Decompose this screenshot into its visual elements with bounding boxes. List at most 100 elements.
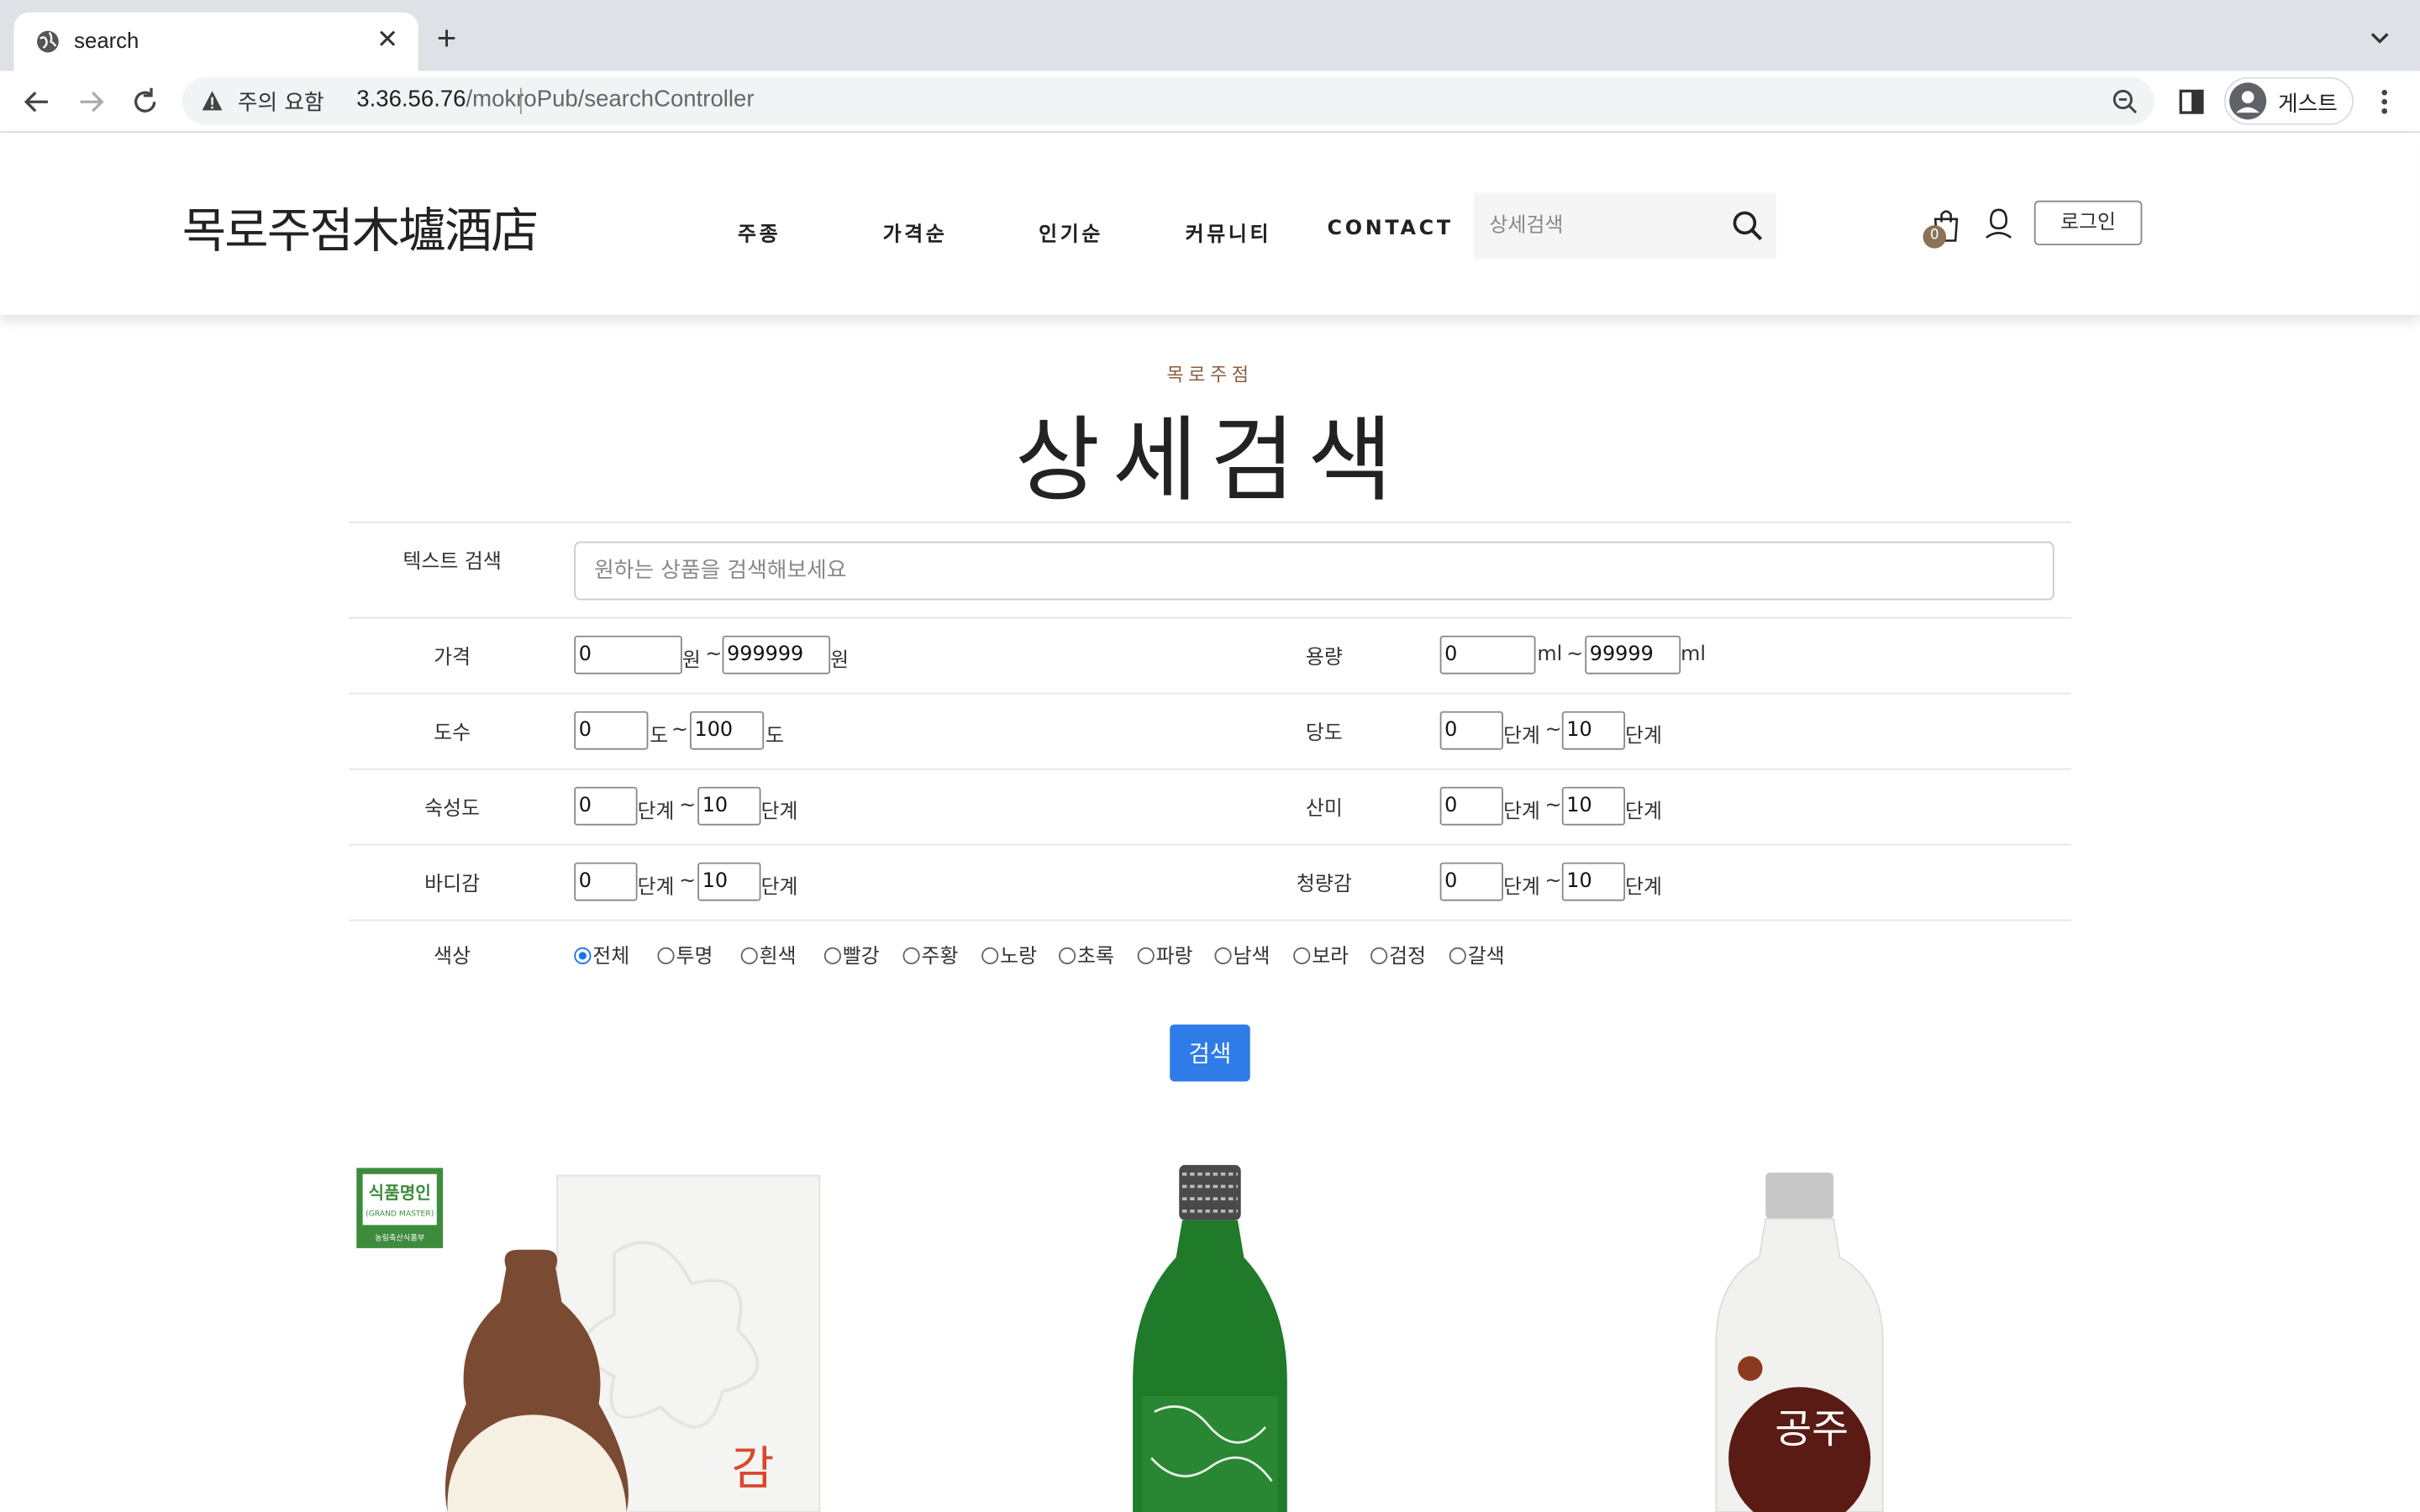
profile-button[interactable]: 게스트 <box>2223 76 2354 125</box>
radio-icon[interactable] <box>657 947 675 964</box>
color-row: 색상 전체 투명 흰색 빨강 주황 노랑 초록 파랑 남색 보라 검정 갈색 <box>349 919 2071 990</box>
reload-icon[interactable] <box>128 85 161 118</box>
acidity-unit-2: 단계 <box>1625 801 1662 824</box>
abv-separator: ~ <box>671 718 688 743</box>
chevron-down-icon[interactable] <box>2369 28 2391 50</box>
price-unit-2: 원 <box>830 649 850 673</box>
color-option-blue[interactable]: 파랑 <box>1137 940 1193 969</box>
price-separator: ~ <box>705 643 723 667</box>
body-unit-2: 단계 <box>760 876 798 900</box>
search-submit-button[interactable]: 검색 <box>1170 1024 1250 1082</box>
aging-max-input[interactable] <box>697 786 761 826</box>
forward-arrow-icon[interactable] <box>74 85 108 118</box>
volume-separator: ~ <box>1566 643 1584 667</box>
warning-icon <box>202 91 223 111</box>
security-warning-text[interactable]: 주의 요함 <box>238 87 324 118</box>
product-image-2[interactable] <box>1123 1164 1297 1512</box>
product-image-3[interactable]: 공주 <box>1710 1172 1889 1512</box>
tab-title: search <box>74 28 139 53</box>
radio-icon[interactable] <box>1214 947 1232 964</box>
sweetness-unit-1: 단계 <box>1502 725 1540 748</box>
sweetness-label: 당도 <box>1305 722 1343 746</box>
color-option-navy[interactable]: 남색 <box>1214 940 1270 969</box>
header-search-input[interactable] <box>1474 192 1721 260</box>
color-option-all[interactable]: 전체 <box>574 940 629 969</box>
nav-item-price[interactable]: 가격순 <box>883 218 948 247</box>
body-max-input[interactable] <box>697 862 761 901</box>
color-option-red[interactable]: 빨강 <box>823 940 880 969</box>
header-search <box>1474 192 1777 260</box>
nav-item-popular[interactable]: 인기순 <box>1039 218 1103 247</box>
sweetness-max-input[interactable] <box>1561 711 1626 750</box>
product-image-1[interactable]: 감 식품명인 (GRAND MASTER) 농림축산식품부 <box>352 1160 830 1512</box>
price-min-input[interactable] <box>574 635 682 675</box>
avatar-icon <box>2229 82 2267 120</box>
url-path: /mokroPub/searchController <box>466 86 755 113</box>
body-min-input[interactable] <box>574 862 638 901</box>
more-menu-icon[interactable] <box>2372 87 2396 118</box>
color-option-green[interactable]: 초록 <box>1058 940 1114 969</box>
radio-icon[interactable] <box>1293 947 1311 964</box>
url-text[interactable]: 3.36.56.76/mokroPub/searchController <box>356 87 754 113</box>
badge-ministry: 농림축산식품부 <box>375 1233 424 1243</box>
color-option-brown[interactable]: 갈색 <box>1449 940 1505 969</box>
sweetness-unit-2: 단계 <box>1625 725 1662 748</box>
color-option-yellow[interactable]: 노랑 <box>981 940 1037 969</box>
aging-separator: ~ <box>679 794 697 818</box>
color-label: 색상 <box>434 945 471 969</box>
nav-item-community[interactable]: 커뮤니티 <box>1186 218 1272 247</box>
text-search-input[interactable] <box>574 541 2054 601</box>
abv-min-input[interactable] <box>574 711 649 750</box>
abv-sweetness-row: 도수 도 ~ 도 당도 단계 ~ 단계 <box>349 692 2071 769</box>
back-arrow-icon[interactable] <box>20 85 54 118</box>
freshness-min-input[interactable] <box>1439 862 1503 901</box>
abv-max-input[interactable] <box>690 711 765 750</box>
radio-icon[interactable] <box>1449 947 1466 964</box>
search-icon[interactable] <box>1732 210 1765 243</box>
color-option-clear[interactable]: 투명 <box>657 940 713 969</box>
new-tab-icon[interactable]: + <box>437 18 457 59</box>
price-volume-row: 가격 원 ~ 원 용량 ml ~ ml <box>349 617 2071 693</box>
badge-title: 식품명인 <box>369 1183 431 1203</box>
price-max-input[interactable] <box>722 635 831 675</box>
radio-icon[interactable] <box>823 947 842 964</box>
abv-unit-2: 도 <box>765 725 784 748</box>
price-unit-1: 원 <box>681 649 701 673</box>
volume-min-input[interactable] <box>1439 635 1536 675</box>
freshness-max-input[interactable] <box>1561 862 1626 901</box>
abv-label: 도수 <box>434 722 471 746</box>
color-option-purple[interactable]: 보라 <box>1293 940 1349 969</box>
url-host: 3.36.56.76 <box>356 86 466 113</box>
profile-name: 게스트 <box>2277 92 2338 118</box>
radio-icon[interactable] <box>1058 947 1076 964</box>
color-option-black[interactable]: 검정 <box>1370 940 1426 969</box>
radio-icon[interactable] <box>981 947 999 964</box>
price-label: 가격 <box>434 646 471 670</box>
user-icon[interactable] <box>1981 205 2015 242</box>
freshness-separator: ~ <box>1544 869 1562 894</box>
nav-item-liquor-type[interactable]: 주종 <box>738 218 781 247</box>
volume-max-input[interactable] <box>1585 635 1681 675</box>
nav-item-contact[interactable]: CONTACT <box>1328 218 1454 241</box>
aging-min-input[interactable] <box>574 786 638 826</box>
body-label: 바디감 <box>424 873 481 897</box>
site-logo[interactable]: 목로주점木壚酒店 <box>182 192 539 261</box>
radio-icon[interactable] <box>1137 947 1155 964</box>
acidity-min-input[interactable] <box>1439 786 1503 826</box>
page-title: 상세검색 <box>1014 407 1406 516</box>
site-header: 목로주점木壚酒店 주종 가격순 인기순 커뮤니티 CONTACT 0 로그인 <box>0 132 2420 315</box>
color-option-white[interactable]: 흰색 <box>740 940 797 969</box>
tab-close-icon[interactable]: ✕ <box>376 24 398 55</box>
radio-selected-icon[interactable] <box>574 947 592 964</box>
browser-tab[interactable]: search ✕ <box>13 12 418 71</box>
radio-icon[interactable] <box>1370 947 1388 964</box>
color-option-orange[interactable]: 주황 <box>902 940 958 969</box>
login-button[interactable]: 로그인 <box>2033 200 2143 246</box>
radio-icon[interactable] <box>740 947 758 964</box>
radio-icon[interactable] <box>902 947 920 964</box>
side-panel-icon[interactable] <box>2178 88 2206 116</box>
acidity-max-input[interactable] <box>1561 786 1626 826</box>
address-bar[interactable]: 주의 요함 3.36.56.76/mokroPub/searchControll… <box>182 76 2155 125</box>
zoom-out-icon[interactable] <box>2112 88 2139 116</box>
sweetness-min-input[interactable] <box>1439 711 1503 750</box>
